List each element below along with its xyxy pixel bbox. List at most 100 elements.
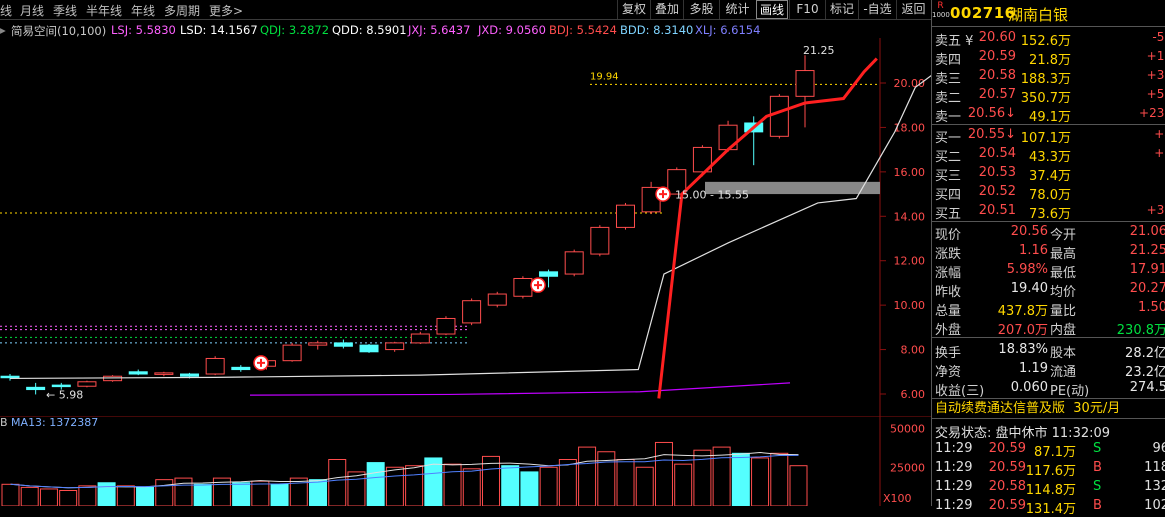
volume-bar (39, 488, 58, 506)
volume-bar (443, 463, 462, 506)
mark-button[interactable]: 标记 (825, 0, 858, 19)
promo-banner[interactable]: 自动续费通达信普及版 30元/月 (932, 398, 1165, 419)
tick-row: 11:29 20.58 114.8万 S 132 (932, 479, 1165, 498)
volume-bar (751, 457, 770, 506)
period-quarterly[interactable]: 季线 (53, 2, 77, 19)
ask-volume: 49.1万 (1029, 110, 1071, 125)
candle-body (128, 371, 148, 375)
candle-body (333, 342, 353, 347)
ask-row[interactable]: 卖一 20.56↓ 49.1万 +239 (932, 105, 1165, 125)
promo-text[interactable]: 自动续费通达信普及版 (935, 401, 1065, 416)
ask-volume: 152.6万 (1020, 34, 1071, 49)
tick-count: 118 (1144, 460, 1165, 475)
quote-label: 均价 (1050, 285, 1077, 300)
remove-watchlist-button[interactable]: -自选 (858, 0, 896, 19)
bid-row[interactable]: 买一 20.55↓ 107.1万 +4 (932, 126, 1165, 146)
level-label: 19.94 (590, 71, 619, 82)
indicator-collapse-icon[interactable]: ▸ (0, 23, 6, 37)
price-chart[interactable]: 20.0018.0016.0014.0012.0010.008.006.0021… (0, 38, 931, 416)
ask-change: +239 (1139, 106, 1165, 120)
volume-bar (251, 480, 270, 506)
stock-code[interactable]: 002716 (950, 4, 1016, 22)
candle-body (795, 70, 815, 97)
ask-label: 卖三 (935, 72, 962, 87)
quote-label: 内盘 (1050, 323, 1077, 338)
volume-bar (174, 477, 193, 506)
candle-body (154, 372, 174, 375)
period-yearly[interactable]: 年线 (131, 2, 155, 19)
tick-time: 11:29 (935, 479, 973, 494)
period-partial-line[interactable]: 线 (0, 2, 12, 19)
promo-price[interactable]: 30元/月 (1073, 401, 1120, 416)
bid-row[interactable]: 买二 20.54 43.3万 +2 (932, 145, 1165, 165)
quote-row: 净资 1.19 流通 23.2亿 (932, 360, 1165, 380)
volume-bar (116, 485, 135, 506)
tick-row: 11:29 20.59 87.1万 S 96 (932, 441, 1165, 460)
indicator-xlj: XLJ: 6.6154 (695, 23, 761, 37)
quote-label: 量比 (1050, 304, 1077, 319)
candle-body (590, 226, 610, 255)
bid-row[interactable]: 买三 20.53 37.4万 (932, 164, 1165, 184)
volume-bar (770, 452, 789, 506)
volume-bar (309, 479, 328, 506)
volume-bar (232, 482, 251, 506)
candle-body (513, 277, 533, 297)
multi-stock-button[interactable]: 多股 (683, 0, 719, 19)
f10-button[interactable]: F10 (789, 0, 825, 19)
tick-volume: 114.8万 (1025, 483, 1076, 498)
quote-value: 20.56 (1010, 224, 1048, 239)
quote-label: 涨幅 (935, 266, 962, 281)
quote-row: 昨收 19.40 均价 20.27 (932, 280, 1165, 300)
bid-volume: 43.3万 (1029, 150, 1071, 165)
volume-bar (558, 459, 577, 506)
quote-label: 收益(三) (935, 384, 985, 399)
volume-chart[interactable]: 50000 25000 X100 (0, 416, 931, 506)
volume-bar (59, 490, 78, 506)
draw-line-button[interactable]: 画线 (756, 0, 788, 19)
volume-axis-label: 25000 (890, 461, 925, 474)
quote-value: 19.40 (1010, 281, 1048, 296)
high-price-label: 21.25 (803, 44, 835, 57)
volume-bar (616, 459, 635, 506)
tick-volume: 117.6万 (1025, 464, 1076, 479)
volume-bar (520, 471, 539, 506)
ask-row[interactable]: 卖二 20.57 350.7万 +50 (932, 86, 1165, 106)
period-monthly[interactable]: 月线 (20, 2, 44, 19)
r-tag-letter: R (937, 1, 944, 11)
volume-bar (674, 463, 693, 506)
tick-volume: 131.4万 (1025, 502, 1076, 517)
fuquan-button[interactable]: 复权 (617, 0, 650, 19)
quote-row: 外盘 207.0万 内盘 230.8万 (932, 318, 1165, 338)
volume-bar (462, 468, 481, 506)
ask-row[interactable]: 卖五 ¥ 20.60 152.6万 -53 (932, 29, 1165, 49)
volume-bar (1, 483, 20, 506)
bid-row[interactable]: 买五 20.51 73.6万 +35 (932, 202, 1165, 222)
back-button[interactable]: 返回 (896, 0, 930, 19)
candle-body (615, 204, 635, 228)
stats-button[interactable]: 统计 (719, 0, 755, 19)
quote-row: 收益(三) 0.060 PE(动) 274.5 (932, 379, 1165, 399)
ask-price: 20.58 (978, 68, 1016, 83)
period-halfyear[interactable]: 半年线 (86, 2, 122, 19)
tick-time: 11:29 (935, 460, 973, 475)
quote-value: 0.060 (1010, 380, 1048, 395)
volume-unit-label: X100 (883, 492, 912, 505)
tick-price: 20.58 (988, 479, 1026, 494)
ask-row[interactable]: 卖四 20.59 21.8万 +16 (932, 48, 1165, 68)
indicator-name[interactable]: 简易空间(10,100) (11, 23, 106, 39)
bid-volume: 73.6万 (1029, 207, 1071, 222)
indicator-bdj: BDJ: 5.5424 (549, 23, 617, 37)
bid-label: 买一 (935, 131, 962, 146)
bid-change: +35 (1146, 203, 1165, 217)
trend-curve (9, 75, 931, 380)
stock-name[interactable]: 湖南白银 (1008, 4, 1068, 25)
ask-volume: 21.8万 (1029, 53, 1071, 68)
bid-row[interactable]: 买四 20.52 78.0万 (932, 183, 1165, 203)
indicator-qdd: QDD: 8.5901 (332, 23, 407, 37)
overlay-button[interactable]: 叠加 (650, 0, 683, 19)
volume-bar (347, 471, 366, 506)
ask-row[interactable]: 卖三 20.58 188.3万 +33 (932, 67, 1165, 87)
period-multi[interactable]: 多周期 (164, 2, 200, 19)
period-more[interactable]: 更多> (209, 2, 243, 19)
quote-label: 股本 (1050, 346, 1077, 361)
